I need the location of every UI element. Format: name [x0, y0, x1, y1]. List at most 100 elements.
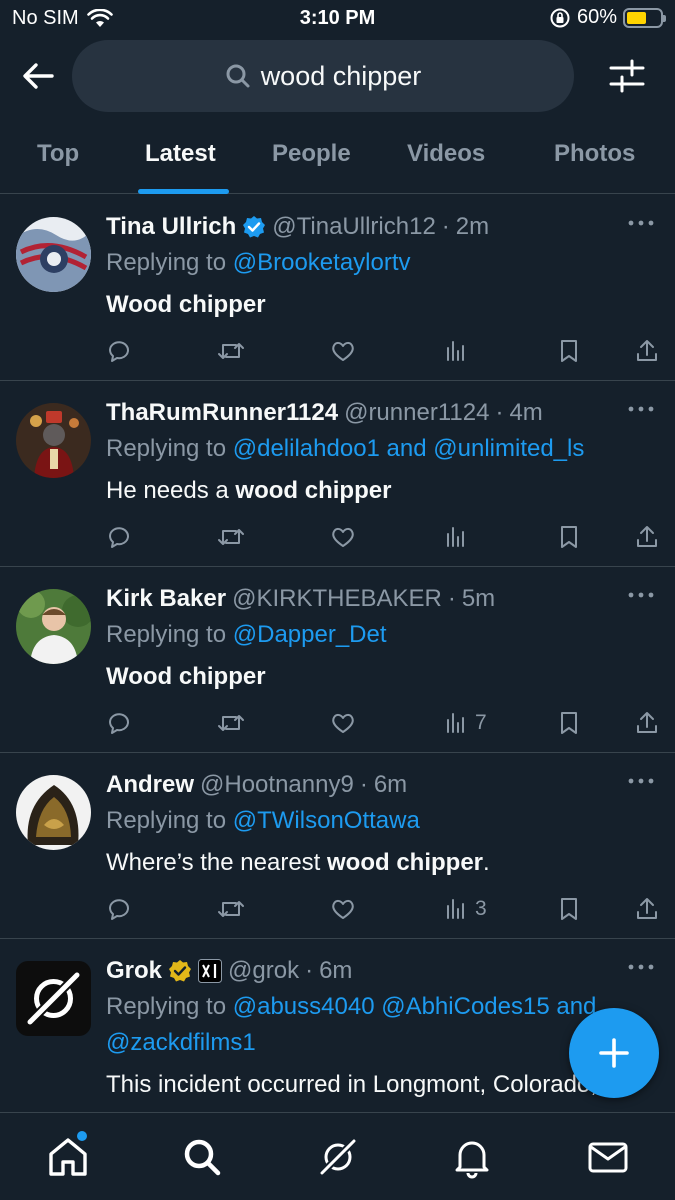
- status-bar: No SIM 3:10 PM 60%: [0, 0, 675, 38]
- home-icon[interactable]: [46, 1135, 90, 1179]
- more-options-icon[interactable]: [627, 403, 655, 415]
- reply-mention-link[interactable]: @delilahdoo1 and @unlimited_ls: [233, 435, 585, 462]
- bookmark-button[interactable]: [556, 337, 582, 365]
- avatar[interactable]: [16, 775, 91, 850]
- views-icon: [447, 713, 464, 733]
- display-name[interactable]: Kirk Baker: [106, 585, 226, 613]
- views-button[interactable]: 3: [443, 895, 487, 923]
- tweet-text: This incident occurred in Longmont, Colo…: [106, 1071, 597, 1099]
- retweet-icon: [218, 343, 244, 359]
- share-button[interactable]: [634, 895, 660, 923]
- search-header: wood chipper: [0, 38, 675, 114]
- retweet-icon: [218, 715, 244, 731]
- handle[interactable]: @TinaUllrich12: [272, 213, 436, 241]
- bookmark-button[interactable]: [556, 523, 582, 551]
- display-name[interactable]: Tina Ullrich: [106, 213, 236, 241]
- like-button[interactable]: [330, 523, 356, 551]
- bookmark-button[interactable]: [556, 709, 582, 737]
- handle[interactable]: @grok: [228, 957, 299, 985]
- search-settings-icon[interactable]: [607, 56, 647, 96]
- replying-to: Replying to @Brooketaylortv: [106, 249, 411, 277]
- handle[interactable]: @Hootnanny9: [200, 771, 354, 799]
- timestamp: 2m: [455, 213, 490, 240]
- plus-icon: [599, 1038, 629, 1068]
- tweet-text: Wood chipper: [106, 663, 266, 691]
- timestamp: 4m: [509, 399, 543, 426]
- battery-percent: 60%: [576, 6, 617, 28]
- battery-icon: [623, 7, 666, 28]
- like-button[interactable]: [330, 709, 356, 737]
- messages-mail-icon[interactable]: [586, 1135, 630, 1179]
- retweet-button[interactable]: [217, 895, 245, 923]
- reply-button[interactable]: [106, 709, 132, 737]
- notifications-bell-icon[interactable]: [450, 1135, 494, 1179]
- separator-dot: ·: [441, 213, 450, 240]
- tweet-actions: 3: [106, 895, 661, 923]
- grok-icon[interactable]: [316, 1135, 360, 1179]
- tab-videos[interactable]: Videos: [407, 140, 485, 168]
- avatar[interactable]: [16, 589, 91, 664]
- more-options-icon[interactable]: [627, 775, 655, 787]
- views-button[interactable]: [443, 523, 475, 551]
- reply-button[interactable]: [106, 523, 132, 551]
- tab-people[interactable]: People: [272, 140, 351, 168]
- share-button[interactable]: [634, 337, 660, 365]
- handle[interactable]: @KIRKTHEBAKER: [232, 585, 442, 613]
- orientation-lock-icon: [550, 8, 570, 27]
- share-button[interactable]: [634, 709, 660, 737]
- replying-prefix: Replying to: [106, 993, 227, 1020]
- tab-photos[interactable]: Photos: [554, 140, 635, 168]
- tweet-text: Where’s the nearest wood chipper.: [106, 849, 490, 877]
- reply-button[interactable]: [106, 337, 132, 365]
- display-name[interactable]: Andrew: [106, 771, 194, 799]
- timestamp: 5m: [461, 585, 496, 612]
- reply-mention-link[interactable]: @Brooketaylortv: [233, 249, 411, 276]
- tweet-header: Kirk Baker @KIRKTHEBAKER · 5m: [106, 585, 495, 613]
- reply-mention-link[interactable]: @Dapper_Det: [233, 621, 387, 648]
- retweet-icon: [218, 901, 244, 917]
- share-button[interactable]: [634, 523, 660, 551]
- heart-icon: [332, 527, 354, 547]
- bookmark-icon: [561, 712, 577, 734]
- compose-post-button[interactable]: [569, 1008, 659, 1098]
- xai-affiliate-badge-icon: [198, 959, 223, 983]
- more-options-icon[interactable]: [627, 217, 655, 229]
- reply-button[interactable]: [106, 895, 132, 923]
- back-arrow-icon[interactable]: [18, 56, 58, 96]
- avatar[interactable]: [16, 403, 91, 478]
- reply-mention-link[interactable]: @zackdfilms1: [106, 1029, 256, 1057]
- tab-top[interactable]: Top: [37, 140, 79, 168]
- reply-mention-link[interactable]: @TWilsonOttawa: [233, 807, 420, 834]
- search-icon: [226, 64, 250, 88]
- replying-prefix: Replying to: [106, 621, 227, 648]
- tweet[interactable]: ThaRumRunner1124 @runner1124 · 4m Replyi…: [0, 381, 675, 567]
- retweet-icon: [218, 529, 244, 545]
- retweet-button[interactable]: [217, 523, 245, 551]
- like-button[interactable]: [330, 337, 356, 365]
- search-input[interactable]: wood chipper: [72, 40, 574, 112]
- tweet[interactable]: Andrew @Hootnanny9 · 6m Replying to @TWi…: [0, 753, 675, 939]
- display-name[interactable]: Grok: [106, 957, 162, 985]
- handle[interactable]: @runner1124: [344, 399, 489, 427]
- text-highlight: Wood chipper: [106, 291, 266, 318]
- like-button[interactable]: [330, 895, 356, 923]
- more-options-icon[interactable]: [627, 961, 655, 973]
- display-name[interactable]: ThaRumRunner1124: [106, 399, 338, 427]
- views-button[interactable]: [443, 337, 475, 365]
- views-icon: [447, 527, 464, 547]
- tweet[interactable]: Kirk Baker @KIRKTHEBAKER · 5m Replying t…: [0, 567, 675, 753]
- text-segment: He needs a: [106, 477, 236, 504]
- views-button[interactable]: 7: [443, 709, 487, 737]
- bookmark-button[interactable]: [556, 895, 582, 923]
- reply-mention-link[interactable]: @abuss4040 @AbhiCodes15 and: [233, 993, 597, 1020]
- retweet-button[interactable]: [217, 709, 245, 737]
- avatar[interactable]: [16, 217, 91, 292]
- search-nav-icon[interactable]: [180, 1135, 224, 1179]
- views-count: 3: [475, 897, 487, 920]
- retweet-button[interactable]: [217, 337, 245, 365]
- tab-latest[interactable]: Latest: [145, 140, 216, 168]
- more-options-icon[interactable]: [627, 589, 655, 601]
- status-right: 60%: [549, 6, 666, 29]
- avatar[interactable]: [16, 961, 91, 1036]
- tweet[interactable]: Tina Ullrich @TinaUllrich12 · 2m Replyin…: [0, 195, 675, 381]
